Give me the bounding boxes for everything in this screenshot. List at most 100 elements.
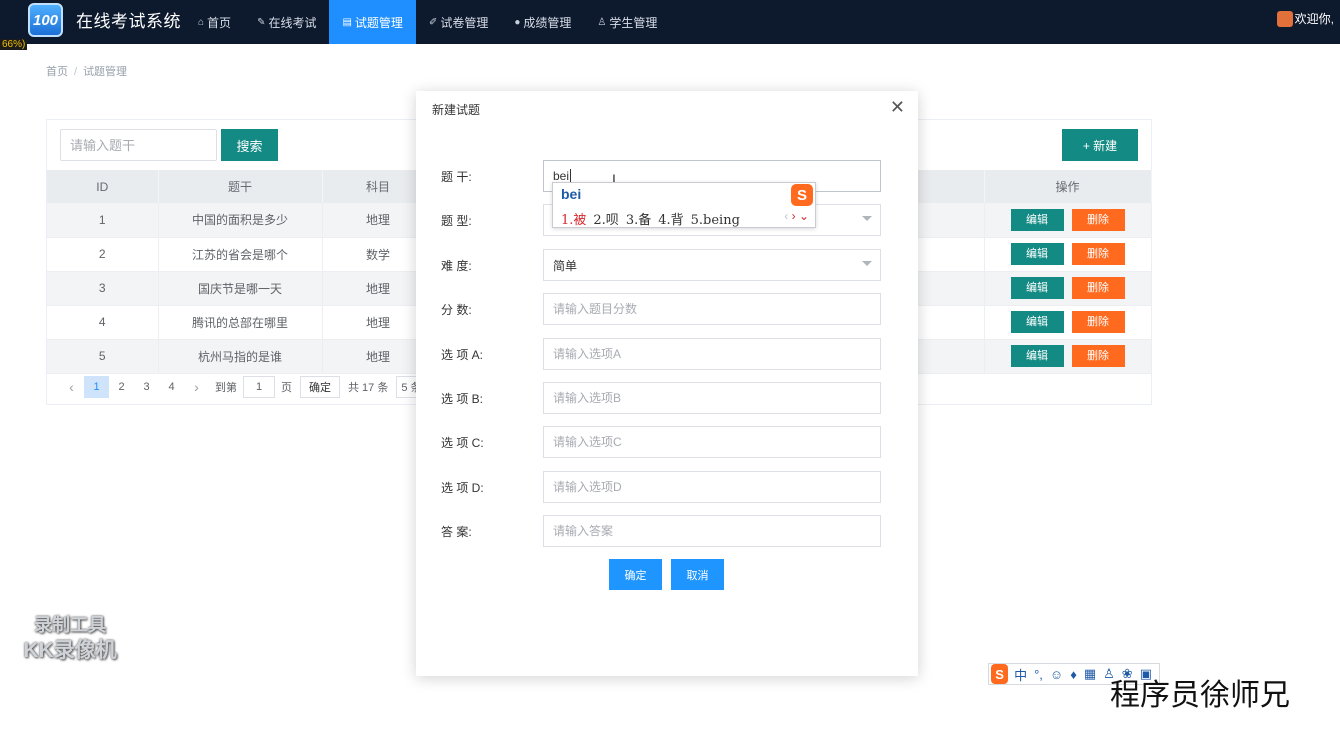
nav-item-score-management[interactable]: ● 成绩管理	[501, 0, 584, 44]
type-label: 题 型:	[441, 214, 472, 228]
delete-button[interactable]: 删除	[1071, 277, 1125, 299]
ime-composition: bei	[561, 186, 582, 202]
score-input[interactable]	[543, 293, 881, 325]
recorder-line1: 录制工具	[34, 615, 106, 635]
delete-button[interactable]: 删除	[1071, 345, 1125, 367]
ime-candidate[interactable]: 3.备	[626, 213, 651, 228]
difficulty-select[interactable]: 简单	[543, 249, 881, 281]
breadcrumb-home[interactable]: 首页	[46, 66, 68, 78]
nav-label: 成绩管理	[523, 15, 572, 30]
nav-item-student-management[interactable]: ♙ 学生管理	[584, 0, 670, 44]
sogou-logo-icon: S	[791, 184, 813, 206]
nav-label: 首页	[207, 15, 232, 30]
cell-stem: 国庆节是哪一天	[158, 271, 323, 306]
nav-item-question-management[interactable]: ▤ 试题管理	[329, 0, 416, 44]
cell-stem: 腾讯的总部在哪里	[158, 305, 323, 340]
nav-item-paper-management[interactable]: ✐ 试卷管理	[416, 0, 501, 44]
column-header-id[interactable]: ID	[47, 170, 159, 203]
delete-button[interactable]: 删除	[1071, 243, 1125, 265]
next-page-icon[interactable]: ›	[184, 376, 209, 398]
delete-button[interactable]: 删除	[1071, 311, 1125, 333]
avatar	[1276, 10, 1293, 27]
zoom-badge: 66%)	[0, 39, 28, 50]
option-d-input[interactable]	[543, 471, 881, 503]
cell-id: 1	[47, 203, 159, 238]
column-header-actions: 操作	[984, 170, 1152, 203]
ime-candidate[interactable]: 4.背	[658, 213, 683, 228]
edit-button[interactable]: 编辑	[1010, 208, 1064, 231]
nav-label: 学生管理	[609, 15, 658, 30]
cell-actions: 编辑 删除	[984, 203, 1152, 238]
nav-item-home[interactable]: ⌂ 首页	[185, 0, 244, 44]
option-c-input[interactable]	[543, 426, 881, 458]
dialog-title: 新建试题	[432, 103, 481, 117]
keyboard-icon[interactable]: ▦	[1084, 666, 1096, 682]
app-title: 在线考试系统	[76, 12, 181, 31]
cell-id: 3	[47, 271, 159, 306]
chevron-left-icon[interactable]: ‹	[784, 209, 788, 223]
answer-input[interactable]	[543, 515, 881, 547]
microphone-icon[interactable]: ♦	[1070, 667, 1077, 682]
ime-candidate[interactable]: 2.呗	[593, 213, 618, 228]
punctuation-icon[interactable]: °,	[1034, 667, 1043, 682]
recorder-watermark: 录制工具 KK录像机	[10, 612, 130, 664]
ime-candidate[interactable]: 5.being	[691, 213, 740, 228]
paper-icon: ✐	[428, 16, 438, 28]
chevron-down-icon	[862, 216, 872, 221]
prev-page-icon[interactable]: ‹	[59, 376, 84, 398]
new-question-button[interactable]: + 新建	[1062, 129, 1138, 161]
nav-label: 在线考试	[268, 15, 317, 30]
cancel-button[interactable]: 取消	[671, 559, 724, 590]
cell-actions: 编辑 删除	[984, 339, 1152, 374]
breadcrumb-separator: /	[74, 66, 78, 78]
cell-stem: 江苏的省会是哪个	[158, 237, 323, 272]
answer-label: 答 案:	[441, 525, 472, 539]
edit-button[interactable]: 编辑	[1010, 345, 1064, 367]
chevron-right-icon[interactable]: ›	[792, 209, 796, 223]
chevron-down-icon	[862, 261, 872, 266]
search-input[interactable]	[60, 129, 217, 161]
home-icon: ⌂	[198, 16, 205, 28]
cell-id: 2	[47, 237, 159, 272]
page-item-3[interactable]: 3	[134, 376, 159, 398]
pagination: ‹ 1 2 3 4 › 到第 1 页 确定 共 17 条 5 条	[59, 376, 427, 398]
ime-mode-chinese[interactable]: 中	[1014, 665, 1027, 684]
option-c-label: 选 项 C:	[441, 436, 484, 450]
difficulty-value: 简单	[553, 258, 578, 273]
goto-confirm-button[interactable]: 确定	[300, 376, 340, 398]
option-a-label: 选 项 A:	[441, 348, 484, 362]
ime-candidates: 1.被 2.呗 3.备 4.背 5.being	[561, 209, 747, 228]
edit-icon: ✎	[257, 16, 266, 28]
app-logo: 100	[28, 3, 63, 37]
edit-button[interactable]: 编辑	[1010, 311, 1064, 333]
column-header-stem[interactable]: 题干	[158, 170, 323, 203]
emoji-icon[interactable]: ☺	[1050, 667, 1063, 682]
cell-actions: 编辑 删除	[984, 237, 1152, 272]
breadcrumb: 首页 / 试题管理	[46, 63, 127, 79]
sogou-logo-icon[interactable]: S	[991, 664, 1009, 684]
page-item-2[interactable]: 2	[109, 376, 134, 398]
confirm-button[interactable]: 确定	[609, 559, 662, 590]
goto-label: 到第	[215, 382, 237, 394]
page-item-1[interactable]: 1	[84, 376, 109, 398]
goto-page-input[interactable]: 1	[243, 376, 275, 398]
edit-button[interactable]: 编辑	[1010, 277, 1064, 299]
difficulty-label: 难 度:	[441, 259, 472, 273]
new-question-dialog: 新建试题 ✕ 题 干: bei I 题 型: 难 度: 简单 分 数: 选 项 …	[416, 91, 918, 676]
nav-item-online-exam[interactable]: ✎ 在线考试	[244, 0, 329, 44]
delete-button[interactable]: 删除	[1071, 208, 1125, 231]
edit-button[interactable]: 编辑	[1010, 243, 1064, 265]
option-a-input[interactable]	[543, 338, 881, 370]
cell-id: 4	[47, 305, 159, 340]
option-b-label: 选 项 B:	[441, 392, 484, 406]
user-menu[interactable]: 欢迎你,	[1276, 10, 1334, 27]
close-icon[interactable]: ✕	[890, 97, 905, 118]
option-b-input[interactable]	[543, 382, 881, 414]
page-unit: 页	[281, 382, 292, 394]
text-caret	[570, 169, 572, 183]
ime-candidate[interactable]: 1.被	[561, 213, 586, 228]
chevron-down-icon[interactable]: ⌄	[799, 209, 809, 223]
search-button[interactable]: 搜索	[221, 129, 278, 161]
score-label: 分 数:	[441, 303, 472, 317]
page-item-4[interactable]: 4	[159, 376, 184, 398]
